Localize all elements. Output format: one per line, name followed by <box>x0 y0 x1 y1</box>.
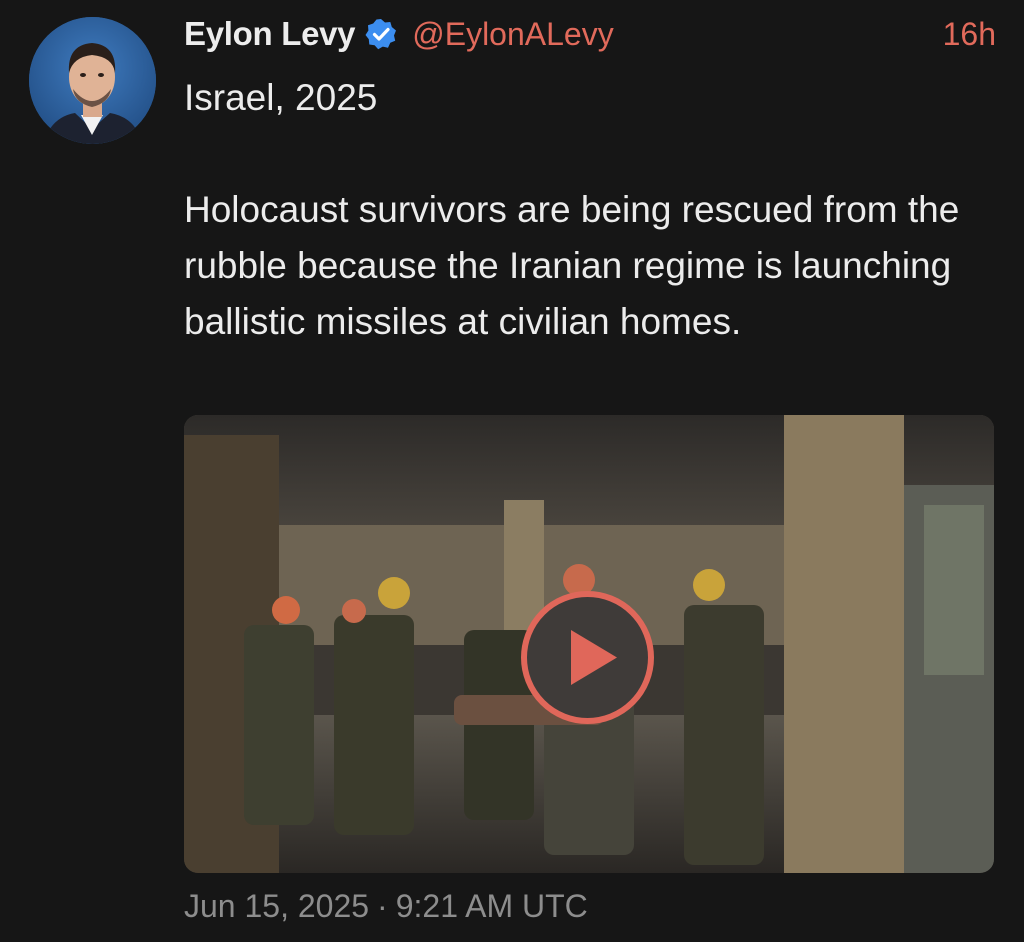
author-name[interactable]: Eylon Levy <box>184 15 356 53</box>
separator: · <box>377 888 388 924</box>
avatar[interactable] <box>29 17 156 144</box>
tweet-date: Jun 15, 2025 <box>184 888 370 924</box>
verified-badge-icon <box>364 17 398 51</box>
video-thumbnail[interactable] <box>184 415 994 873</box>
tweet-header: Eylon Levy @EylonALevy 16h <box>184 10 996 58</box>
relative-timestamp[interactable]: 16h <box>943 16 996 53</box>
tweet-text: Israel, 2025 Holocaust survivors are bei… <box>184 77 960 342</box>
play-button[interactable] <box>521 591 654 724</box>
tweet-time: 9:21 AM UTC <box>395 888 588 924</box>
tweet-timestamp[interactable]: Jun 15, 2025 · 9:21 AM UTC <box>184 888 588 925</box>
avatar-photo <box>29 17 156 144</box>
tweet: Eylon Levy @EylonALevy 16h Israel, 2025 … <box>0 0 1024 942</box>
author-handle[interactable]: @EylonALevy <box>412 16 613 53</box>
play-icon <box>571 630 617 685</box>
